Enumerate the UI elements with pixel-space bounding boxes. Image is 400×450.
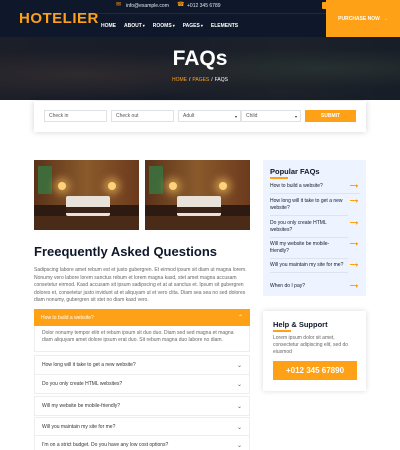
- site-header: HOTELIER ✉ info@example.com ☎ +012 345 6…: [0, 0, 400, 37]
- faq-heading: Freequently Asked Questions: [34, 244, 218, 259]
- faq-item[interactable]: I'm on a strict budget. Do you have any …: [34, 435, 250, 450]
- chevron-down-icon: ▾: [172, 23, 175, 28]
- breadcrumb-current: FAQS: [214, 77, 228, 83]
- faq-item[interactable]: Will my website be mobile-friendly? ⌄: [34, 396, 250, 416]
- booking-form: Check in Check out Adult ▾ Child ▾ SUBMIT: [34, 101, 366, 132]
- arrow-right-icon: →: [382, 15, 388, 22]
- checkin-field[interactable]: Check in: [44, 110, 107, 122]
- help-phone-button[interactable]: +012 345 67890: [273, 361, 357, 380]
- popular-faqs-title: Popular FAQs: [270, 167, 320, 176]
- help-text: Lorem ipsum dolor sit amet, consectetur …: [273, 335, 349, 355]
- faq-item[interactable]: Will you maintain my site for me? ⌄: [34, 417, 250, 437]
- logo[interactable]: HOTELIER: [0, 0, 98, 37]
- chevron-down-icon: ⌄: [236, 442, 242, 449]
- checkout-field[interactable]: Check out: [111, 110, 174, 122]
- faq-item-active[interactable]: How to build a website? ⌃: [34, 309, 250, 326]
- chevron-up-icon: ⌃: [237, 315, 243, 321]
- arrow-right-icon: [350, 241, 358, 246]
- title-underline: [273, 330, 291, 332]
- nav-pages[interactable]: PAGES ▾: [179, 23, 207, 29]
- submit-button[interactable]: SUBMIT: [305, 110, 356, 122]
- chevron-down-icon: ▾: [234, 113, 237, 119]
- breadcrumb-pages[interactable]: PAGES: [192, 77, 209, 83]
- arrow-right-icon: [350, 220, 358, 225]
- popular-faq-link[interactable]: Do you only create HTML websites?: [270, 220, 358, 238]
- chevron-down-icon: ▾: [142, 23, 145, 28]
- chevron-down-icon: ▾: [294, 113, 297, 119]
- nav-rooms[interactable]: ROOMS ▾: [149, 23, 179, 29]
- popular-faq-link[interactable]: Will you maintain my site for me?: [270, 262, 358, 273]
- faq-intro: Sadipscing labore amet rebum est et just…: [34, 267, 247, 303]
- nav-elements[interactable]: ELEMENTS: [207, 23, 242, 29]
- faq-answer: Dolor nonumy tempor elitr et rebum ipsum…: [34, 326, 250, 352]
- arrow-right-icon: [350, 283, 358, 288]
- room-photo: [34, 160, 139, 230]
- breadcrumb: HOME / PAGES / FAQS: [172, 77, 228, 83]
- breadcrumb-home[interactable]: HOME: [172, 77, 187, 83]
- phone-icon: ☎: [177, 2, 185, 8]
- chevron-down-icon: ⌄: [236, 381, 242, 388]
- page-hero: FAQs HOME / PAGES / FAQS: [0, 37, 400, 100]
- child-select[interactable]: Child ▾: [241, 110, 301, 122]
- chevron-down-icon: ⌄: [236, 362, 242, 369]
- arrow-right-icon: [350, 183, 358, 188]
- topbar-phone[interactable]: ☎ +012 345 6789: [177, 2, 221, 9]
- purchase-button[interactable]: PURCHASE NOW →: [326, 0, 400, 37]
- help-title: Help & Support: [273, 320, 328, 329]
- popular-faq-link[interactable]: How long will it take to get a new websi…: [270, 198, 358, 216]
- nav-about[interactable]: ABOUT ▾: [120, 23, 149, 29]
- envelope-icon: ✉: [116, 2, 122, 8]
- nav-home[interactable]: HOME: [97, 23, 120, 29]
- topbar-email[interactable]: ✉ info@example.com: [116, 2, 169, 9]
- popular-faq-link[interactable]: When do I pay?: [270, 283, 360, 293]
- main-nav: HOME ABOUT ▾ ROOMS ▾ PAGES ▾ ELEMENTS: [97, 13, 326, 37]
- room-photo: [145, 160, 250, 230]
- chevron-down-icon: ⌄: [236, 403, 242, 410]
- popular-faq-link[interactable]: How to build a website?: [270, 183, 360, 194]
- topbar: ✉ info@example.com ☎ +012 345 6789: [97, 0, 369, 12]
- arrow-right-icon: [350, 198, 358, 203]
- faq-item[interactable]: Do you only create HTML websites? ⌄: [34, 374, 250, 394]
- chevron-down-icon: ⌄: [236, 424, 242, 431]
- popular-faq-link[interactable]: Will my website be mobile-friendly?: [270, 241, 358, 259]
- page-title: FAQs: [172, 47, 228, 70]
- title-underline: [270, 177, 288, 179]
- arrow-right-icon: [350, 262, 358, 267]
- faq-item[interactable]: How long will it take to get a new websi…: [34, 355, 250, 375]
- adult-select[interactable]: Adult ▾: [178, 110, 241, 122]
- chevron-down-icon: ▾: [200, 23, 203, 28]
